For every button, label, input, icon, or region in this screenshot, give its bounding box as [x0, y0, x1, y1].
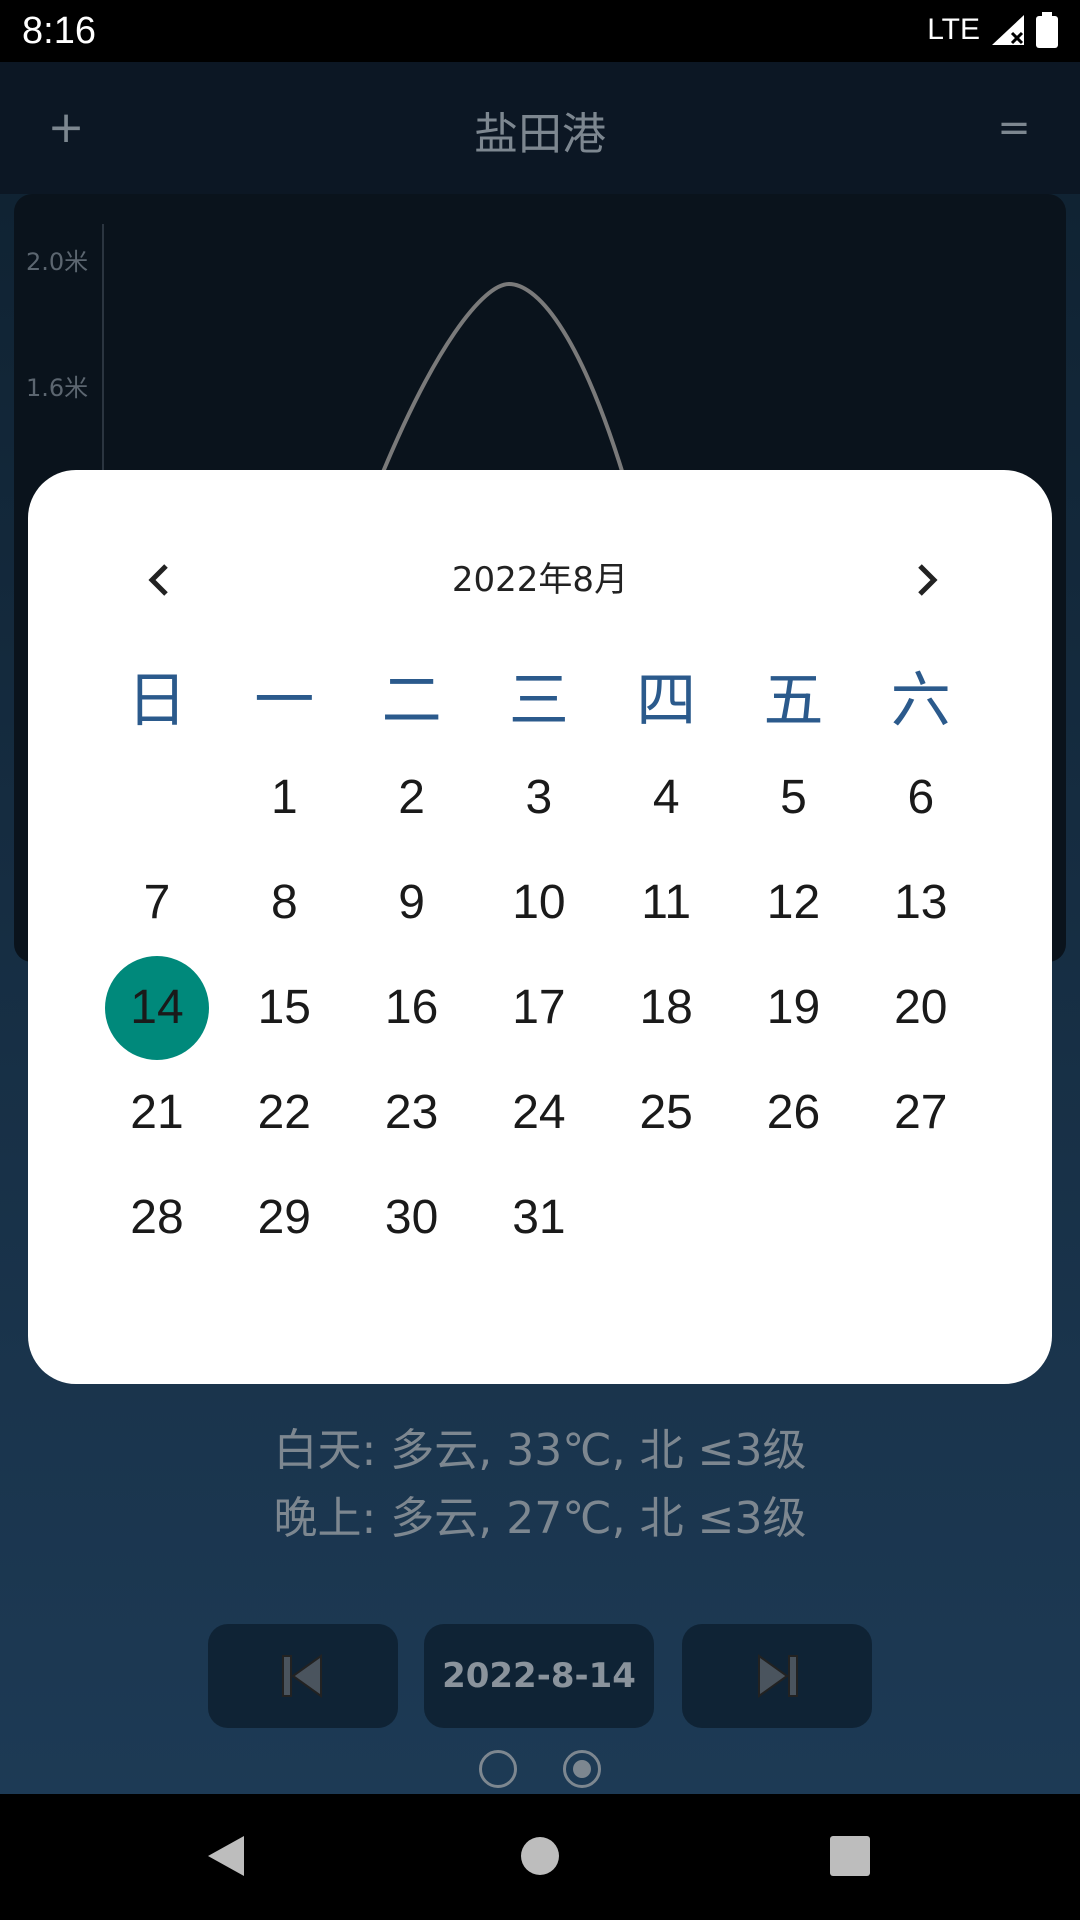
battery-icon [1036, 12, 1058, 48]
current-date: 2022-8-14 [442, 1656, 636, 1696]
system-nav-bar [0, 1794, 1080, 1920]
calendar-day[interactable]: 15 [220, 956, 348, 1060]
calendar-day[interactable]: 7 [93, 851, 221, 955]
tide-curve [372, 281, 631, 494]
weather-day: 白天: 多云, 33℃, 北 ≤3级 [273, 1425, 807, 1476]
weather-night: 晚上: 多云, 27℃, 北 ≤3级 [273, 1493, 807, 1544]
weekday-label: 四 [636, 666, 697, 736]
calendar-day[interactable]: 31 [475, 1166, 603, 1270]
calendar-day[interactable]: 29 [220, 1166, 348, 1270]
calendar-day[interactable]: 4 [602, 746, 730, 850]
calendar-day[interactable]: 11 [602, 851, 730, 955]
date-picker-button[interactable]: 2022-8-14 [424, 1624, 654, 1728]
status-bar: 8:16 LTE [0, 0, 1080, 62]
calendar-day[interactable]: 25 [602, 1061, 730, 1165]
calendar-day[interactable]: 21 [93, 1061, 221, 1165]
calendar-day[interactable]: 9 [348, 851, 476, 955]
weekday-label: 三 [508, 666, 569, 736]
calendar-day[interactable]: 6 [857, 746, 985, 850]
weekday-label: 五 [763, 666, 824, 736]
weekday-label: 日 [127, 666, 187, 736]
calendar-day[interactable]: 13 [857, 851, 985, 955]
weekday-label: 二 [381, 666, 442, 736]
calendar-day[interactable]: 3 [475, 746, 603, 850]
calendar-day[interactable]: 5 [730, 746, 858, 850]
calendar-day[interactable]: 30 [348, 1166, 476, 1270]
calendar-day[interactable]: 22 [220, 1061, 348, 1165]
chevron-right-icon [918, 564, 938, 596]
calendar-day[interactable]: 10 [475, 851, 603, 955]
skip-next-icon [758, 1654, 798, 1698]
page-title: 盐田港 [474, 109, 606, 160]
calendar-day[interactable]: 28 [93, 1166, 221, 1270]
status-time: 8:16 [22, 10, 96, 52]
calendar-day[interactable]: 2 [348, 746, 476, 850]
date-picker-dialog: 2022年8月 日一二三四五六 1 2 3 4 5 6 7 8 9 10 11 12 13 14 15 16 1… [28, 470, 1052, 1384]
calendar-day[interactable]: 26 [730, 1061, 858, 1165]
calendar-day[interactable]: 24 [475, 1061, 603, 1165]
calendar-day[interactable]: 23 [348, 1061, 476, 1165]
recents-icon[interactable] [830, 1836, 870, 1876]
weekday-label: 一 [254, 666, 315, 736]
calendar-day[interactable]: 12 [730, 851, 858, 955]
home-icon[interactable] [520, 1836, 560, 1876]
menu-button[interactable]: = [992, 98, 1036, 158]
calendar-day[interactable]: 1 [220, 746, 348, 850]
calendar-day[interactable]: 20 [857, 956, 985, 1060]
next-month-button[interactable] [898, 550, 958, 610]
skip-previous-icon [282, 1654, 322, 1698]
calendar-day[interactable]: 17 [475, 956, 603, 1060]
calendar-day[interactable]: 27 [857, 1061, 985, 1165]
calendar-day[interactable]: 16 [348, 956, 476, 1060]
next-day-button[interactable] [682, 1624, 872, 1728]
signal-icon [992, 15, 1024, 45]
back-icon[interactable] [204, 1832, 248, 1880]
status-icons: LTE [927, 12, 1058, 48]
page-indicator-2[interactable] [563, 1750, 601, 1788]
calendar-day[interactable]: 18 [602, 956, 730, 1060]
calendar-day-selected[interactable]: 14 [93, 956, 221, 1060]
calendar-day[interactable]: 19 [730, 956, 858, 1060]
calendar-day[interactable]: 8 [220, 851, 348, 955]
previous-day-button[interactable] [208, 1624, 398, 1728]
app-bar: + 盐田港 = [0, 62, 1080, 194]
weekday-label: 六 [890, 666, 951, 736]
page-indicator-1[interactable] [479, 1750, 517, 1788]
network-type: LTE [927, 13, 980, 46]
